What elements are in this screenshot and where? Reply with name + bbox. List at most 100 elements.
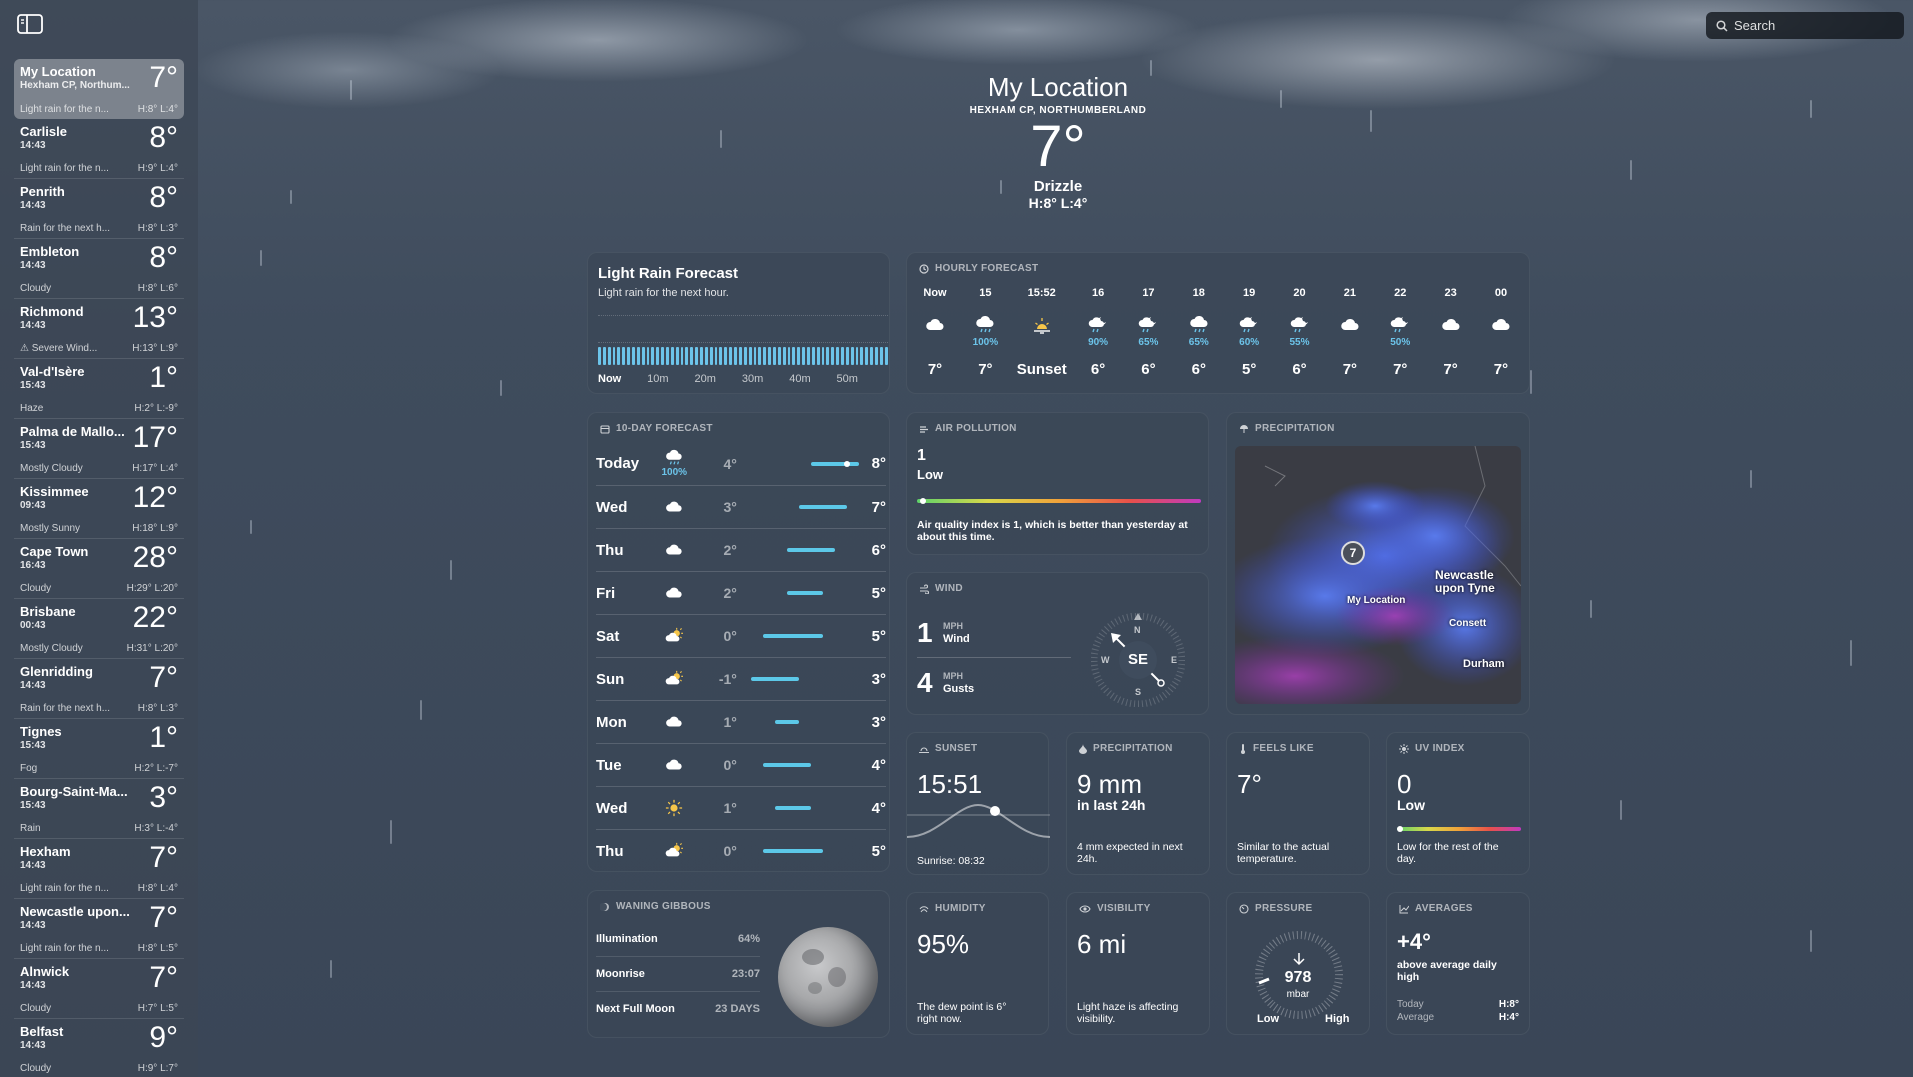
- sun-path-curve: [907, 803, 1050, 838]
- location-item[interactable]: My Location Hexham CP, Northum... 7° Light …: [14, 59, 184, 119]
- gust-label: Gusts: [943, 683, 975, 695]
- precipitation-map[interactable]: 7 My Location Newcastle upon Tyne Conset…: [1235, 446, 1521, 704]
- rain-forecast-ticks: Now 10m 20m 30m 40m 50m: [598, 373, 858, 385]
- map-location-marker[interactable]: 7: [1341, 541, 1365, 565]
- rain-intensity-bar: [690, 347, 694, 365]
- hour-column: 23 7°: [1429, 287, 1473, 383]
- rain-intensity-bar: [661, 347, 665, 365]
- rain-streak: [250, 520, 252, 534]
- visibility-desc: Light haze is affecting visibility.: [1077, 1001, 1179, 1025]
- location-item[interactable]: Embleton 14:43 8° Cloudy H:8° L:6°: [14, 239, 184, 299]
- precipitation-panel[interactable]: PRECIPITATION 9 mm in last 24h 4 mm expe…: [1066, 732, 1210, 875]
- search-field[interactable]: Search: [1706, 12, 1904, 39]
- temp-range-track: [750, 677, 857, 681]
- averages-panel[interactable]: AVERAGES +4° above average daily high To…: [1386, 892, 1530, 1035]
- location-item[interactable]: Val-d'Isère 15:43 1° Haze H:2° L:-9°: [14, 359, 184, 419]
- feels-like-panel[interactable]: FEELS LIKE 7° Similar to the actual temp…: [1226, 732, 1370, 875]
- location-item[interactable]: Penrith 14:43 8° Rain for the next h... H:8°…: [14, 179, 184, 239]
- day-low: 0°: [723, 843, 737, 859]
- day-row[interactable]: Wed 3° 7°: [596, 485, 886, 528]
- rain-intensity-bar: [734, 347, 737, 365]
- rain-intensity-bar: [792, 347, 796, 365]
- gauge-icon: [1239, 903, 1249, 914]
- location-item[interactable]: Hexham 14:43 7° Light rain for the n... H:8°…: [14, 839, 184, 899]
- day-row[interactable]: Tue 0° 4°: [596, 743, 886, 786]
- location-item[interactable]: Tignes 15:43 1° Fog H:2° L:-7°: [14, 719, 184, 779]
- rain-intensity-bar: [695, 347, 699, 365]
- visibility-panel[interactable]: VISIBILITY 6 mi Light haze is affecting …: [1066, 892, 1210, 1035]
- location-high-low: H:2° L:-9°: [134, 403, 178, 414]
- moon-image: [778, 927, 878, 1027]
- location-condition: Light rain for the n...: [20, 104, 109, 115]
- location-condition: Light rain for the n...: [20, 943, 109, 954]
- location-name: My Location: [20, 64, 96, 79]
- rain-streak: [1750, 470, 1752, 488]
- rain-streak: [330, 960, 332, 978]
- moon-heading: WANING GIBBOUS: [600, 901, 711, 912]
- rain-intensity-bar: [874, 347, 878, 365]
- location-item[interactable]: Newcastle upon... 14:43 7° Light rain for t…: [14, 899, 184, 959]
- location-item[interactable]: Kissimmee 09:43 12° Mostly Sunny H:18° L:9°: [14, 479, 184, 539]
- umbrella-icon: [1240, 424, 1248, 433]
- location-item[interactable]: Bourg-Saint-Ma... 15:43 3° Rain H:3° L:-4°: [14, 779, 184, 839]
- location-time: 14:43: [20, 680, 46, 691]
- day-row[interactable]: Sun -1° 3°: [596, 657, 886, 700]
- pressure-panel[interactable]: PRESSURE 978 mbar Low High: [1226, 892, 1370, 1035]
- uv-index-panel[interactable]: UV INDEX 0 Low Low for the rest of the d…: [1386, 732, 1530, 875]
- ten-day-forecast-panel[interactable]: 10-DAY FORECAST Today 100% 4° 8° Wed 3° 7° Thu 2…: [587, 412, 890, 872]
- day-row[interactable]: Sat 0° 5°: [596, 614, 886, 657]
- moon-detail-value: 64%: [737, 932, 760, 945]
- location-item[interactable]: Richmond 14:43 13° ⚠ Severe Wind... H:13° L:…: [14, 299, 184, 359]
- precipitation-map-panel[interactable]: PRECIPITATION 7 My Location Newcastle up…: [1226, 412, 1530, 715]
- rain-intensity-bar: [826, 347, 830, 365]
- day-row[interactable]: Thu 0° 5°: [596, 829, 886, 872]
- humidity-panel[interactable]: HUMIDITY 95% The dew point is 6° right n…: [906, 892, 1049, 1035]
- day-row[interactable]: Mon 1° 3°: [596, 700, 886, 743]
- day-low: 0°: [723, 757, 737, 773]
- hourly-forecast-panel[interactable]: HOURLY FORECAST Now 7° 15 100% 7° 15:52 Sunset…: [906, 252, 1530, 394]
- location-item[interactable]: Palma de Mallo... 15:43 17° Mostly Cloudy H:…: [14, 419, 184, 479]
- pressure-value: 978: [1284, 969, 1312, 986]
- location-temp: 13°: [132, 301, 178, 334]
- rain-forecast-panel[interactable]: Light Rain Forecast Light rain for the n…: [587, 252, 890, 394]
- day-row[interactable]: Today 100% 4° 8°: [596, 442, 886, 485]
- cloud-icon: [1479, 315, 1523, 335]
- day-low: 0°: [723, 628, 737, 644]
- location-high-low: H:8° L:3°: [137, 223, 178, 234]
- hour-temp: 7°: [978, 361, 993, 378]
- pressure-low: Low: [1257, 1013, 1279, 1025]
- sidebar-toggle-button[interactable]: [14, 12, 46, 36]
- averages-value: +4°: [1397, 929, 1431, 954]
- rain-streak: [420, 700, 422, 720]
- location-item[interactable]: Carlisle 14:43 8° Light rain for the n... H:…: [14, 119, 184, 179]
- moon-detail-value: 23 DAYS: [715, 1003, 760, 1015]
- visibility-value: 6 mi: [1077, 929, 1127, 959]
- location-item[interactable]: Glenridding 14:43 7° Rain for the next h...…: [14, 659, 184, 719]
- rain-intensity-bar: [772, 347, 776, 365]
- location-title: My Location: [987, 72, 1129, 102]
- location-item[interactable]: Brisbane 00:43 22° Mostly Cloudy H:31° L:20°: [14, 599, 184, 659]
- day-row[interactable]: Wed 1° 4°: [596, 786, 886, 829]
- location-condition: Cloudy: [20, 283, 52, 294]
- location-time: Hexham CP, Northum...: [20, 80, 130, 91]
- wind-panel[interactable]: WIND 1 MPH Wind 4 MPH Gusts N S E W SE: [906, 572, 1209, 715]
- moon-panel[interactable]: WANING GIBBOUS Illumination 64% Moonrise 23…: [587, 890, 890, 1038]
- location-item[interactable]: Alnwick 14:43 7° Cloudy H:7° L:5°: [14, 959, 184, 1019]
- location-item[interactable]: Belfast 14:43 9° Cloudy H:9° L:7°: [14, 1019, 184, 1077]
- rain-streak: [1280, 90, 1282, 108]
- sunset-panel[interactable]: SUNSET 15:51 Sunrise: 08:32: [906, 732, 1050, 875]
- sunrise-time: Sunrise: 08:32: [917, 855, 985, 867]
- hour-precip-chance: 55%: [1289, 337, 1310, 348]
- day-row[interactable]: Fri 2° 5°: [596, 571, 886, 614]
- location-item[interactable]: Cape Town 16:43 28° Cloudy H:29° L:20°: [14, 539, 184, 599]
- rain-intensity-bar: [811, 347, 815, 365]
- rain-intensity-bar: [641, 347, 645, 365]
- rain-intensity-bar: [602, 347, 606, 365]
- precip-heading: PRECIPITATION: [1079, 743, 1173, 754]
- day-row[interactable]: Thu 2° 6°: [596, 528, 886, 571]
- map-my-location-label: My Location: [1347, 595, 1406, 606]
- search-placeholder: Search: [1734, 18, 1776, 33]
- air-pollution-panel[interactable]: AIR POLLUTION 1 Low Air quality index is…: [906, 412, 1209, 555]
- rain-intensity-bar: [646, 347, 650, 365]
- temp-range-track: [751, 634, 857, 638]
